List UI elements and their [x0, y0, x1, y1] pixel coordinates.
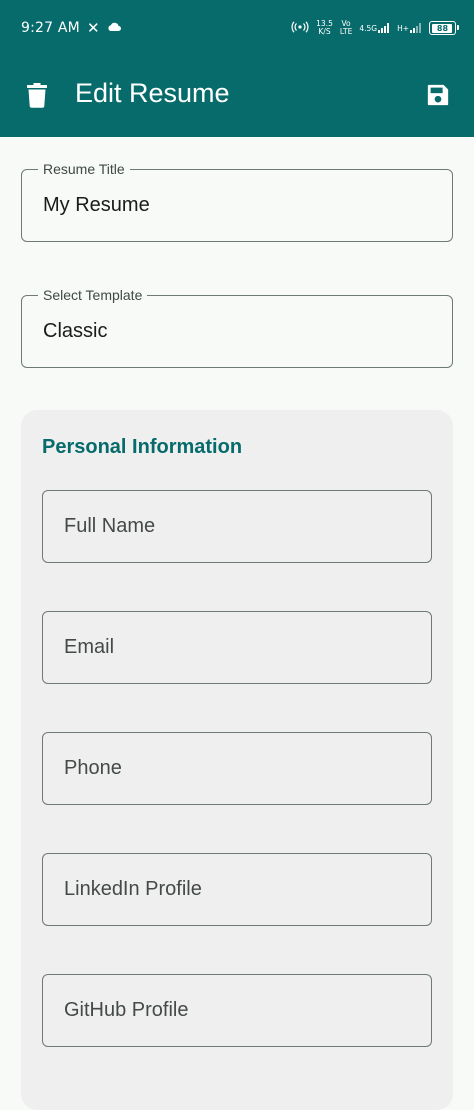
battery-level: 88 [436, 23, 449, 33]
template-select-field[interactable]: Select Template Classic [21, 287, 453, 368]
phone-placeholder: Phone [64, 757, 122, 779]
personal-information-title: Personal Information [42, 436, 243, 458]
signal2-icon: H+ [397, 23, 422, 33]
email-field[interactable]: Email [42, 611, 432, 684]
page-title: Edit Resume [75, 78, 230, 108]
hotspot-icon [291, 20, 309, 36]
status-time: 9:27 AM [21, 20, 80, 36]
floppy-disk-icon [427, 84, 449, 106]
network-speed: 13.5 K/S [316, 20, 333, 36]
phone-field[interactable]: Phone [42, 732, 432, 805]
template-select-value[interactable]: Classic [43, 320, 423, 343]
x-app-icon: ✕ [86, 19, 100, 37]
linkedin-placeholder: LinkedIn Profile [64, 878, 202, 900]
signal2-label: H+ [397, 24, 409, 33]
template-select-label: Select Template [38, 287, 148, 303]
battery-icon: 88 [429, 21, 459, 35]
trash-icon [27, 82, 47, 108]
full-name-field[interactable]: Full Name [42, 490, 432, 563]
github-field[interactable]: GitHub Profile [42, 974, 432, 1047]
linkedin-field[interactable]: LinkedIn Profile [42, 853, 432, 926]
volte-indicator: Vo LTE [340, 20, 352, 36]
signal-icon: 4.5G [359, 23, 390, 33]
resume-title-value[interactable]: My Resume [43, 194, 423, 217]
resume-title-field[interactable]: Resume Title My Resume [21, 161, 453, 242]
personal-information-card: Personal Information Full Name Email Pho… [21, 410, 453, 1110]
save-button[interactable] [426, 82, 450, 108]
delete-button[interactable] [25, 82, 49, 108]
status-bar: 9:27 AM ✕ 13.5 K/S Vo LTE 4.5G H+ 88 [0, 0, 474, 56]
full-name-placeholder: Full Name [64, 515, 156, 537]
app-bar: Edit Resume [0, 56, 474, 137]
github-placeholder: GitHub Profile [64, 999, 189, 1021]
network-speed-unit: K/S [318, 27, 331, 36]
resume-title-label: Resume Title [38, 161, 130, 177]
signal-label: 4.5G [359, 24, 378, 33]
volte-bottom: LTE [339, 27, 353, 36]
cloud-icon [107, 20, 121, 36]
email-placeholder: Email [64, 636, 115, 658]
